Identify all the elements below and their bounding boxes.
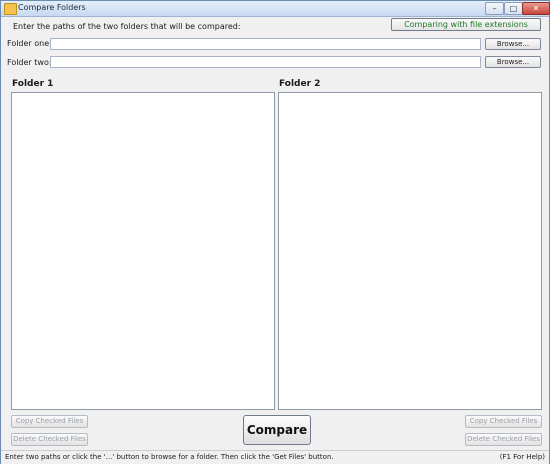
close-button[interactable]: ✕	[522, 2, 550, 15]
browse-folder-one-button[interactable]: Browse...	[485, 38, 541, 50]
folder-one-label: Folder one:	[7, 39, 52, 48]
folder-1-file-list[interactable]	[11, 92, 275, 410]
mode-badge[interactable]: Comparing with file extensions	[391, 18, 541, 31]
folder-1-heading: Folder 1	[12, 79, 54, 89]
status-bar: Enter two paths or click the '...' butto…	[1, 450, 549, 464]
folder-two-label: Folder two:	[7, 58, 52, 67]
delete-checked-left-button[interactable]: Delete Checked Files	[11, 433, 88, 446]
title-bar[interactable]: Compare Folders – □ ✕	[1, 1, 550, 17]
compare-button[interactable]: Compare	[243, 415, 311, 445]
compare-folders-window: Compare Folders – □ ✕ Enter the paths of…	[0, 0, 550, 464]
status-message: Enter two paths or click the '...' butto…	[5, 453, 334, 461]
browse-folder-two-button[interactable]: Browse...	[485, 56, 541, 68]
minimize-button[interactable]: –	[485, 2, 504, 15]
help-hint: (F1 For Help)	[499, 453, 545, 461]
window-title: Compare Folders	[18, 3, 86, 12]
copy-checked-left-button[interactable]: Copy Checked Files	[11, 415, 88, 428]
folder-one-input[interactable]	[50, 38, 481, 50]
copy-checked-right-button[interactable]: Copy Checked Files	[465, 415, 542, 428]
folder-2-heading: Folder 2	[279, 79, 321, 89]
folder-two-input[interactable]	[50, 56, 481, 68]
folder-icon	[4, 3, 17, 15]
maximize-button[interactable]: □	[504, 2, 523, 15]
delete-checked-right-button[interactable]: Delete Checked Files	[465, 433, 542, 446]
folder-2-file-list[interactable]	[278, 92, 542, 410]
instruction-text: Enter the paths of the two folders that …	[13, 22, 241, 31]
